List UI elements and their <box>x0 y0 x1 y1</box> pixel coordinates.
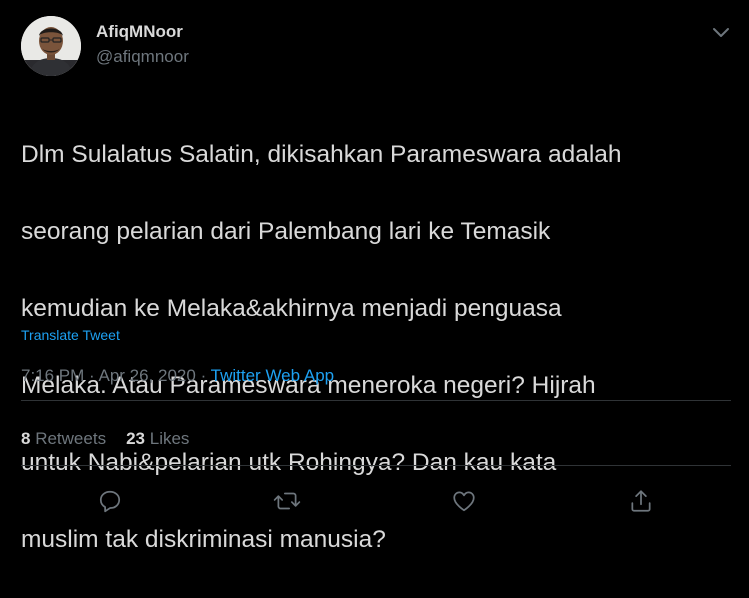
tweet-text-line: Dlm Sulalatus Salatin, dikisahkan Parame… <box>21 140 622 168</box>
retweets-label: Retweets <box>35 429 107 448</box>
tweet-text-line: kemudian ke Melaka&akhirnya menjadi peng… <box>21 294 562 322</box>
tweet-date[interactable]: Apr 26, 2020 <box>98 366 195 385</box>
tweet-text: Dlm Sulalatus Salatin, dikisahkan Parame… <box>21 97 721 598</box>
tweet-text-line: seorang pelarian dari Palembang lari ke … <box>21 217 551 245</box>
likes-label: Likes <box>149 429 190 448</box>
avatar[interactable] <box>21 16 81 76</box>
reply-icon[interactable] <box>95 486 125 516</box>
tweet-source-link[interactable]: Twitter Web App <box>211 366 334 385</box>
tweet-time[interactable]: 7:16 PM <box>21 366 84 385</box>
divider <box>21 400 731 401</box>
retweet-icon[interactable] <box>272 486 302 516</box>
meta-separator: · <box>195 366 211 385</box>
retweets-stat[interactable]: 8 Retweets <box>21 429 106 449</box>
tweet-card: AfiqMNoor @afiqmnoor Dlm Sulalatus Salat… <box>0 0 749 553</box>
likes-stat[interactable]: 23 Likes <box>126 429 189 449</box>
meta-separator: · <box>84 366 99 385</box>
retweets-count: 8 <box>21 429 31 448</box>
action-bar <box>0 486 749 516</box>
profile-photo-icon <box>21 16 81 76</box>
user-handle[interactable]: @afiqmnoor <box>96 47 189 67</box>
share-icon[interactable] <box>626 486 656 516</box>
tweet-meta: 7:16 PM · Apr 26, 2020 · Twitter Web App <box>21 366 334 386</box>
tweet-text-line: untuk Nabi&pelarian utk Rohingya? Dan ka… <box>21 448 557 476</box>
like-icon[interactable] <box>449 486 479 516</box>
divider <box>21 465 731 466</box>
display-name[interactable]: AfiqMNoor <box>96 22 183 42</box>
tweet-text-line: muslim tak diskriminasi manusia? <box>21 525 386 553</box>
translate-tweet-link[interactable]: Translate Tweet <box>21 327 120 343</box>
chevron-down-icon[interactable] <box>709 22 733 42</box>
tweet-stats: 8 Retweets 23 Likes <box>21 429 209 449</box>
likes-count: 23 <box>126 429 145 448</box>
